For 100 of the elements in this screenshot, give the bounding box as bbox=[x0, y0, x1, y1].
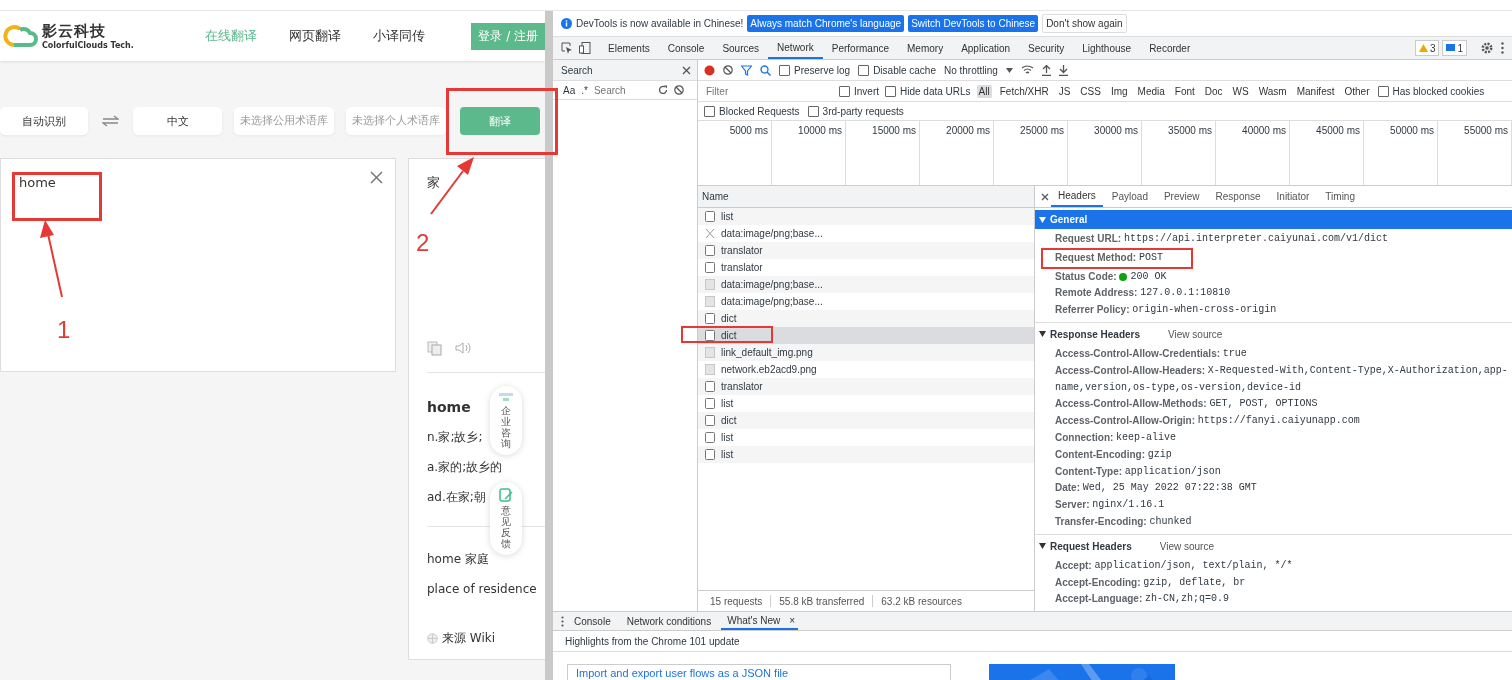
inspect-icon[interactable] bbox=[561, 42, 573, 54]
type-filter[interactable]: Media bbox=[1135, 84, 1167, 98]
column-header[interactable]: Name bbox=[702, 191, 729, 202]
more-icon[interactable] bbox=[1501, 42, 1504, 54]
request-row[interactable]: list bbox=[698, 446, 1034, 463]
warnings-badge[interactable]: 3 bbox=[1414, 40, 1440, 56]
target-language-button[interactable]: 中文 bbox=[133, 107, 222, 135]
detail-tab[interactable]: Initiator bbox=[1269, 186, 1317, 207]
panel-tab[interactable]: Application bbox=[952, 37, 1020, 59]
section-header[interactable]: General bbox=[1035, 210, 1512, 229]
filter-icon[interactable] bbox=[741, 64, 752, 76]
nav-link[interactable]: 网页翻译 bbox=[289, 27, 341, 45]
panel-tab[interactable]: Sources bbox=[713, 37, 769, 59]
request-row[interactable]: dict bbox=[698, 327, 1034, 344]
detail-tab[interactable]: Response bbox=[1208, 186, 1268, 207]
language-button[interactable]: Always match Chrome's language bbox=[747, 15, 905, 32]
request-row[interactable]: list bbox=[698, 429, 1034, 446]
request-row[interactable]: translator bbox=[698, 378, 1034, 395]
panel-tab[interactable]: Recorder bbox=[1140, 37, 1200, 59]
expand-triangle-icon[interactable] bbox=[1039, 543, 1046, 550]
checkbox[interactable] bbox=[858, 64, 870, 76]
refresh-icon[interactable] bbox=[657, 85, 668, 95]
checkbox[interactable] bbox=[779, 64, 790, 76]
download-icon[interactable] bbox=[1058, 64, 1068, 76]
checkbox[interactable] bbox=[885, 85, 896, 97]
close-icon[interactable] bbox=[1041, 192, 1049, 201]
panel-tab[interactable]: Memory bbox=[898, 37, 953, 59]
source-language-button[interactable]: 自动识别 bbox=[0, 107, 88, 135]
type-filter[interactable]: Doc bbox=[1202, 84, 1225, 98]
type-filter[interactable]: JS bbox=[1056, 84, 1073, 98]
clear-icon[interactable] bbox=[723, 65, 733, 75]
summary-text: 55.8 kB transferred bbox=[779, 595, 865, 607]
request-row[interactable]: data:image/png;base... bbox=[698, 276, 1034, 293]
type-filter[interactable]: Font bbox=[1172, 84, 1197, 98]
type-filter[interactable]: All bbox=[976, 84, 992, 98]
request-row[interactable]: translator bbox=[698, 242, 1034, 259]
record-icon[interactable] bbox=[704, 64, 715, 76]
request-row[interactable]: network.eb2acd9.png bbox=[698, 361, 1034, 378]
feature-link[interactable]: Import and export user flows as a JSON file bbox=[576, 667, 789, 679]
upload-icon[interactable] bbox=[1041, 64, 1051, 76]
wifi-settings-icon[interactable] bbox=[1020, 65, 1034, 75]
section-header[interactable]: Response Headers View source bbox=[1035, 325, 1512, 344]
panel-tab[interactable]: Console bbox=[658, 37, 714, 59]
panel-tab[interactable]: Network bbox=[768, 37, 823, 59]
dropdown-caret-icon[interactable] bbox=[1005, 67, 1013, 73]
panel-tab[interactable]: Lighthouse bbox=[1073, 37, 1141, 59]
type-filter[interactable]: WS bbox=[1230, 84, 1251, 98]
drawer-tab[interactable]: Console bbox=[568, 612, 617, 630]
type-filter[interactable]: Img bbox=[1108, 84, 1130, 98]
messages-badge[interactable]: 1 bbox=[1442, 40, 1467, 56]
floating-button[interactable]: 意见反馈 bbox=[490, 482, 522, 555]
type-filter[interactable]: CSS bbox=[1078, 84, 1103, 98]
request-row[interactable]: data:image/png;base... bbox=[698, 225, 1034, 242]
tab-close-button[interactable]: × bbox=[786, 612, 799, 630]
checkbox[interactable] bbox=[839, 85, 850, 97]
checkbox[interactable] bbox=[1377, 85, 1389, 97]
checkbox-label: 3rd-party requests bbox=[822, 105, 904, 117]
detail-tab[interactable]: Headers bbox=[1051, 186, 1103, 207]
request-row[interactable]: list bbox=[698, 395, 1034, 412]
type-filter[interactable]: Other bbox=[1342, 84, 1372, 98]
request-row[interactable]: translator bbox=[698, 259, 1034, 276]
type-filter[interactable]: Manifest bbox=[1294, 84, 1337, 98]
request-row[interactable]: dict bbox=[698, 412, 1034, 429]
type-filter[interactable]: Wasm bbox=[1256, 84, 1289, 98]
drawer-tab[interactable]: Network conditions bbox=[620, 612, 718, 630]
dismiss-button[interactable]: Don't show again bbox=[1042, 14, 1127, 33]
checkbox-label: Invert bbox=[854, 85, 879, 97]
search-icon[interactable] bbox=[760, 64, 771, 76]
document-icon bbox=[705, 262, 715, 273]
detail-tab[interactable]: Payload bbox=[1104, 186, 1155, 207]
request-row[interactable]: list bbox=[698, 208, 1034, 225]
floating-button[interactable]: 企业咨询 bbox=[490, 386, 522, 455]
view-source-link[interactable]: View source bbox=[1159, 540, 1214, 552]
more-icon[interactable] bbox=[561, 615, 564, 627]
nav-link[interactable]: 小译同传 bbox=[373, 27, 425, 45]
detail-tab[interactable]: Timing bbox=[1318, 186, 1362, 207]
language-button[interactable]: Switch DevTools to Chinese bbox=[908, 15, 1039, 32]
request-row[interactable]: link_default_img.png bbox=[698, 344, 1034, 361]
type-filter[interactable]: Fetch/XHR bbox=[997, 84, 1051, 98]
checkbox[interactable] bbox=[807, 105, 819, 117]
swap-icon[interactable] bbox=[102, 115, 119, 127]
close-icon[interactable] bbox=[682, 65, 691, 75]
clear-icon[interactable] bbox=[673, 85, 684, 95]
throttling-dropdown[interactable]: No throttling bbox=[943, 64, 998, 76]
regex-toggle[interactable]: .* bbox=[581, 84, 588, 96]
device-toggle-icon[interactable] bbox=[579, 42, 591, 54]
settings-icon[interactable] bbox=[1481, 42, 1493, 54]
close-icon[interactable] bbox=[370, 171, 383, 184]
request-row[interactable]: data:image/png;base... bbox=[698, 293, 1034, 310]
view-source-link[interactable]: View source bbox=[1168, 329, 1223, 340]
expand-triangle-icon[interactable] bbox=[1039, 331, 1046, 338]
match-case-toggle[interactable]: Aa bbox=[563, 84, 576, 96]
panel-tab[interactable]: Security bbox=[1019, 37, 1074, 59]
drawer-tab[interactable]: What's New bbox=[721, 612, 787, 630]
detail-tab[interactable]: Preview bbox=[1156, 186, 1207, 207]
checkbox[interactable] bbox=[704, 105, 715, 117]
section-header[interactable]: Request Headers View source bbox=[1035, 536, 1512, 556]
panel-tab[interactable]: Elements bbox=[599, 37, 659, 59]
panel-tab[interactable]: Performance bbox=[822, 37, 898, 59]
request-row[interactable]: dict bbox=[698, 310, 1034, 327]
